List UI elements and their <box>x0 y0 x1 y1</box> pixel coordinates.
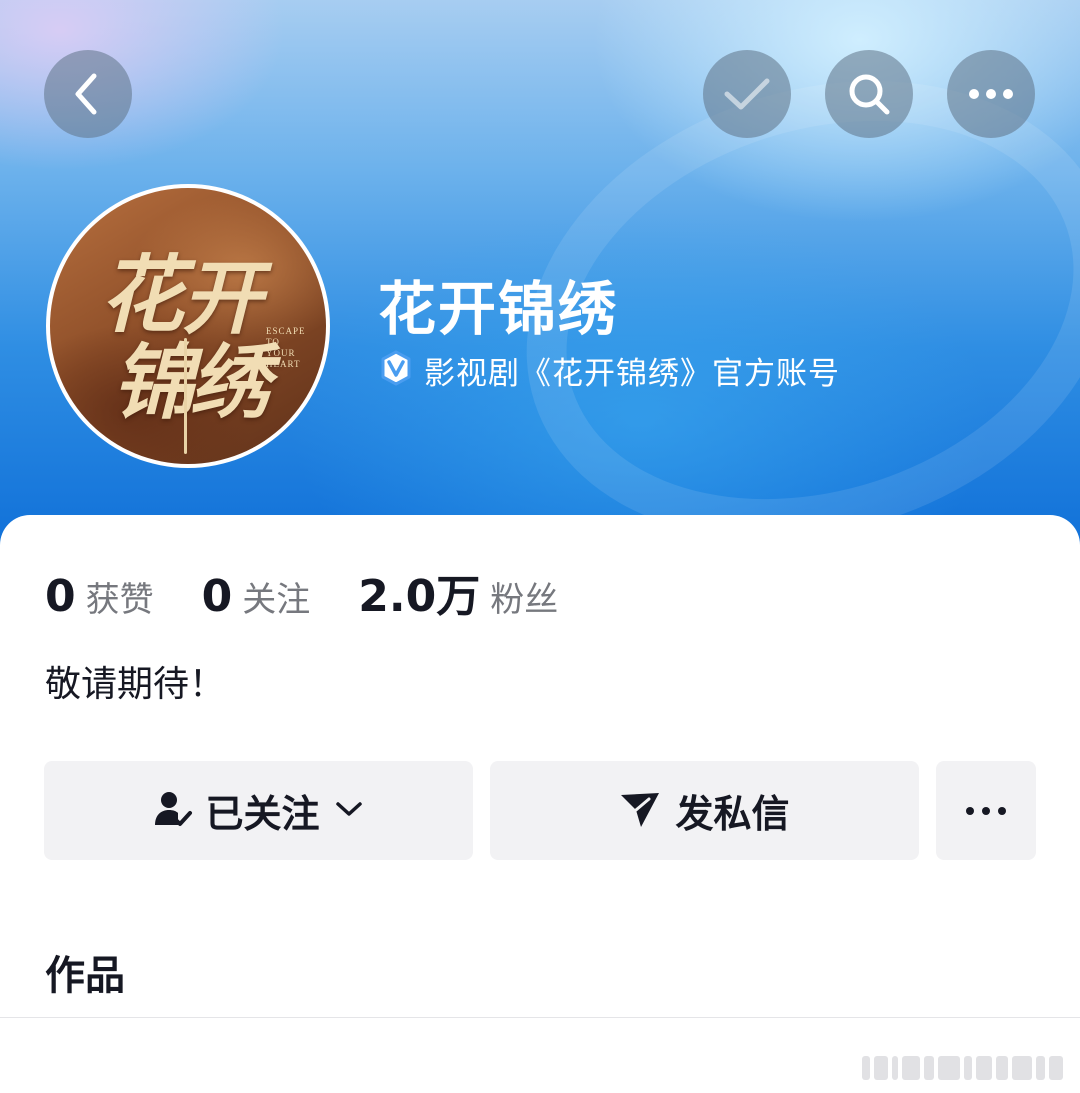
works-section-title: 作品 <box>45 953 125 999</box>
search-button[interactable] <box>825 50 913 138</box>
logo-brush-stroke <box>184 338 187 454</box>
profile-card: 0 获赞 0 关注 2.0万 粉丝 敬请期待！ 已关注 发私信 作品 <box>0 515 1080 1093</box>
stat-label: 粉丝 <box>490 580 559 620</box>
more-options-button[interactable] <box>947 50 1035 138</box>
logo-english-title: ESCAPE TO YOUR HEART <box>266 326 326 370</box>
logo-english-line: HEART <box>266 359 301 369</box>
send-message-label: 发私信 <box>675 792 790 836</box>
logo-english-line: YOUR <box>266 348 296 358</box>
stat-label: 获赞 <box>85 580 154 620</box>
stat-value: 0 <box>201 571 233 622</box>
stat-value: 0 <box>45 571 76 622</box>
avatar-logo-image: 花 开 锦 绣 ESCAPE TO YOUR HEART <box>50 188 326 464</box>
followed-button[interactable]: 已关注 <box>44 761 473 860</box>
logo-char: 锦 <box>112 335 194 431</box>
stat-followers[interactable]: 2.0万 粉丝 <box>358 560 558 624</box>
stat-following[interactable]: 0 关注 <box>202 571 311 622</box>
check-icon <box>722 74 772 114</box>
send-message-button[interactable]: 发私信 <box>490 761 919 860</box>
more-horizontal-icon <box>967 87 1015 101</box>
logo-english-line: ESCAPE <box>266 326 306 336</box>
profile-banner: 花 开 锦 绣 ESCAPE TO YOUR HEART 花开锦绣 影视剧《花开… <box>0 0 1080 612</box>
profile-bio: 敬请期待！ <box>45 664 226 705</box>
more-horizontal-icon <box>965 801 1007 820</box>
followed-status-button[interactable] <box>703 50 791 138</box>
search-icon <box>845 70 893 118</box>
chevron-left-icon <box>68 70 108 118</box>
verified-badge-icon <box>378 350 414 390</box>
logo-english-line: TO <box>266 337 280 347</box>
avatar[interactable]: 花 开 锦 绣 ESCAPE TO YOUR HEART <box>46 184 330 468</box>
verification-text: 影视剧《花开锦绣》官方账号 <box>424 355 840 392</box>
watermark <box>862 1053 1072 1083</box>
stat-label: 关注 <box>242 580 311 620</box>
stat-value: 2.0万 <box>358 571 481 622</box>
back-button[interactable] <box>44 50 132 138</box>
verification-row: 影视剧《花开锦绣》官方账号 <box>378 350 840 392</box>
logo-char: 绣 <box>190 335 270 429</box>
divider <box>0 1017 1080 1018</box>
stat-likes[interactable]: 0 获赞 <box>45 571 154 622</box>
send-icon <box>619 789 661 833</box>
profile-stats: 0 获赞 0 关注 2.0万 粉丝 <box>45 560 606 624</box>
more-actions-button[interactable] <box>936 761 1036 860</box>
chevron-down-icon <box>334 799 364 823</box>
profile-name: 花开锦绣 <box>378 275 619 343</box>
followed-button-label: 已关注 <box>205 792 320 836</box>
user-check-icon <box>153 789 193 833</box>
